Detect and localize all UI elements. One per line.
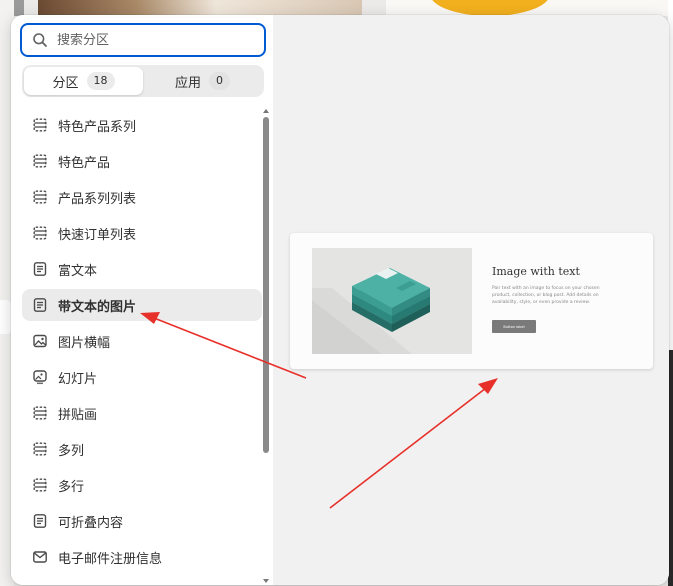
tab-count-badge: 18 <box>86 72 115 90</box>
section-item[interactable]: 多列 <box>22 433 262 465</box>
section-picker-panel: 分区 18 应用 0 特色产品系列特色产品产品系列列表快速订单列表富文本带文本的图片图… <box>11 15 273 585</box>
section-item[interactable]: 带文本的图片 <box>22 289 262 321</box>
section-item-label: 多列 <box>58 443 85 459</box>
collection-icon <box>32 117 48 133</box>
section-item-label: 特色产品 <box>58 155 111 171</box>
preview-button: Button label <box>492 320 536 333</box>
tab-label: 应用 <box>174 75 201 91</box>
tab-sections[interactable]: 分区 18 <box>24 67 143 95</box>
tab-label: 分区 <box>52 75 79 91</box>
section-list-scrollbar[interactable] <box>261 109 271 585</box>
section-item-label: 电子邮件注册信息 <box>58 551 163 567</box>
preview-heading: Image with text <box>492 265 580 278</box>
section-item[interactable]: 电子邮件注册信息 <box>22 541 262 573</box>
text-block-icon <box>32 297 48 313</box>
preview-image <box>312 248 472 354</box>
tab-count-badge: 0 <box>209 72 230 90</box>
text-block-icon <box>32 261 48 277</box>
section-item[interactable]: 可折叠内容 <box>22 505 262 537</box>
section-item-label: 拼贴画 <box>58 407 98 423</box>
collection-icon <box>32 441 48 457</box>
section-item[interactable]: 产品系列列表 <box>22 181 262 213</box>
add-section-popover: 分区 18 应用 0 特色产品系列特色产品产品系列列表快速订单列表富文本带文本的图片图… <box>11 15 669 585</box>
background-page-edge <box>14 0 24 16</box>
section-item[interactable]: 特色产品系列 <box>22 109 262 141</box>
section-item-label: 快速订单列表 <box>58 227 137 243</box>
section-item-label: 带文本的图片 <box>58 299 137 315</box>
preview-body-text: Pair text with an image to focus on your… <box>492 286 600 305</box>
section-item-label: 幻灯片 <box>58 371 98 387</box>
email-icon <box>32 549 48 565</box>
section-item[interactable]: 幻灯片 <box>22 361 262 393</box>
section-item[interactable]: 多行 <box>22 469 262 501</box>
tab-apps[interactable]: 应用 0 <box>143 67 262 95</box>
section-preview-panel: Image with text Pair text with an image … <box>273 15 669 585</box>
collection-icon <box>32 225 48 241</box>
image-icon <box>32 333 48 349</box>
section-list: 特色产品系列 特色产品产品系列列表 快速订单列表 富文本带文本的图片 图片横幅幻灯片拼贴… <box>22 109 262 577</box>
search-input[interactable] <box>57 32 247 48</box>
search-box[interactable] <box>20 23 266 57</box>
section-item[interactable]: 图片横幅 <box>22 325 262 357</box>
section-item-label: 图片横幅 <box>58 335 111 351</box>
background-photo-left <box>38 0 362 16</box>
section-item-label: 富文本 <box>58 263 98 279</box>
section-tabs: 分区 18 应用 0 <box>22 65 264 97</box>
collection-icon <box>32 153 48 169</box>
scroll-down-arrow[interactable] <box>263 579 269 583</box>
section-item-label: 产品系列列表 <box>58 191 137 207</box>
section-item-label: 可折叠内容 <box>58 515 124 531</box>
image-with-text-preview: Image with text Pair text with an image … <box>290 233 653 369</box>
section-item[interactable]: 拼贴画 <box>22 397 262 429</box>
text-block-icon <box>32 513 48 529</box>
slideshow-icon <box>32 369 48 385</box>
section-item[interactable]: 特色产品 <box>22 145 262 177</box>
section-item-label: 特色产品系列 <box>58 119 137 135</box>
scroll-up-arrow[interactable] <box>263 109 269 113</box>
search-icon <box>32 32 48 48</box>
folded-shirts-illustration <box>312 268 430 354</box>
section-item-label: 多行 <box>58 479 85 495</box>
section-item[interactable]: 快速订单列表 <box>22 217 262 249</box>
scroll-thumb[interactable] <box>263 117 269 453</box>
collection-icon <box>32 189 48 205</box>
collection-icon <box>32 405 48 421</box>
collection-icon <box>32 477 48 493</box>
section-item[interactable]: 富文本 <box>22 253 262 285</box>
